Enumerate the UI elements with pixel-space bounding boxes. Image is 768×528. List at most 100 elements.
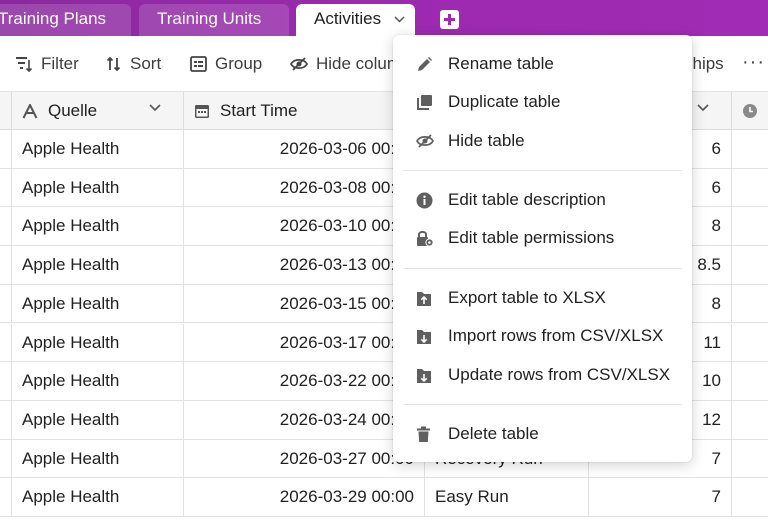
hide-columns-label: Hide colum bbox=[316, 54, 402, 73]
update-icon bbox=[417, 368, 431, 383]
menu-item-label: Import rows from CSV/XLSX bbox=[448, 326, 664, 345]
row-select-cell[interactable] bbox=[0, 323, 12, 362]
menu-item-rename-table[interactable]: Rename table bbox=[393, 46, 692, 82]
add-table-button[interactable] bbox=[440, 10, 459, 29]
export-icon bbox=[417, 291, 431, 306]
quelle-cell[interactable]: Apple Health bbox=[12, 168, 184, 207]
row-select-cell[interactable] bbox=[0, 246, 12, 285]
start-time-cell[interactable]: 2026-03-27 00:00 bbox=[184, 439, 425, 478]
column-label: Quelle bbox=[48, 101, 98, 120]
trash-icon bbox=[417, 426, 430, 442]
menu-divider bbox=[403, 268, 682, 269]
tab-label: Activities bbox=[314, 9, 382, 28]
start-time-cell[interactable]: 2026-03-22 00:00 bbox=[184, 362, 425, 401]
start-time-cell[interactable]: 2026-03-06 00:00 bbox=[184, 130, 425, 168]
tab-activities[interactable]: Activities bbox=[296, 4, 415, 36]
more-options-button[interactable]: ··· bbox=[742, 36, 768, 92]
menu-item-label: Hide table bbox=[448, 131, 525, 150]
tab-label: Training Units bbox=[157, 9, 262, 28]
start-time-cell[interactable]: 2026-03-15 00:00 bbox=[184, 284, 425, 323]
header-cell-duration[interactable] bbox=[732, 92, 768, 130]
duration-cell[interactable] bbox=[732, 440, 768, 478]
quelle-cell[interactable]: Apple Health bbox=[12, 439, 184, 478]
menu-item-hide-table[interactable]: Hide table bbox=[393, 123, 692, 159]
duration-cell[interactable] bbox=[732, 246, 768, 284]
duration-cell[interactable] bbox=[732, 324, 768, 362]
menu-item-duplicate-table[interactable]: Duplicate table bbox=[393, 84, 692, 120]
header-cell-start-time[interactable]: Start Time bbox=[184, 92, 425, 130]
eye-off-icon bbox=[416, 134, 434, 148]
group-label: Group bbox=[215, 54, 263, 73]
name-cell[interactable]: Easy Run bbox=[425, 478, 589, 517]
header-cell-select[interactable] bbox=[0, 92, 12, 130]
menu-item-export-table-xlsx[interactable]: Export table to XLSX bbox=[393, 280, 692, 316]
duration-cell[interactable] bbox=[732, 401, 768, 439]
duplicate-icon bbox=[417, 94, 432, 110]
menu-item-label: Edit table description bbox=[448, 190, 606, 209]
duration-cell[interactable] bbox=[732, 362, 768, 400]
quelle-cell[interactable]: Apple Health bbox=[12, 246, 184, 285]
start-time-cell[interactable]: 2026-03-13 00:00 bbox=[184, 246, 425, 285]
eye-off-icon bbox=[290, 57, 308, 71]
calendar-icon bbox=[195, 105, 209, 118]
menu-item-label: Rename table bbox=[448, 54, 554, 73]
group-button[interactable]: Group bbox=[190, 36, 262, 92]
quelle-cell[interactable]: Apple Health bbox=[12, 207, 184, 246]
menu-item-label: Export table to XLSX bbox=[448, 288, 606, 307]
row-select-cell[interactable] bbox=[0, 362, 12, 401]
row-select-cell[interactable] bbox=[0, 478, 12, 517]
column-label: Start Time bbox=[220, 101, 298, 120]
menu-item-edit-table-permissions[interactable]: Edit table permissions bbox=[393, 220, 692, 256]
start-time-cell[interactable]: 2026-03-08 00:00 bbox=[184, 168, 425, 207]
filter-button[interactable]: Filter bbox=[15, 36, 79, 92]
quelle-cell[interactable]: Apple Health bbox=[12, 323, 184, 362]
duration-cell[interactable] bbox=[732, 285, 768, 323]
quelle-cell[interactable]: Apple Health bbox=[12, 130, 184, 168]
tab-label: Training Plans bbox=[0, 9, 107, 28]
value-cell[interactable]: 7 bbox=[589, 478, 732, 517]
chevron-down-icon[interactable] bbox=[149, 104, 161, 112]
duration-cell[interactable] bbox=[732, 130, 768, 168]
filter-label: Filter bbox=[41, 54, 79, 73]
table-options-menu: Rename table Duplicate table Hide table … bbox=[393, 35, 692, 462]
sort-button[interactable]: Sort bbox=[106, 36, 161, 92]
row-select-cell[interactable] bbox=[0, 284, 12, 323]
menu-item-import-rows[interactable]: Import rows from CSV/XLSX bbox=[393, 318, 692, 354]
start-time-cell[interactable]: 2026-03-17 00:00 bbox=[184, 323, 425, 362]
table-tab-bar: Training Plans Training Units Activities bbox=[0, 0, 768, 36]
pencil-icon bbox=[418, 56, 432, 71]
quelle-cell[interactable]: Apple Health bbox=[12, 284, 184, 323]
menu-item-label: Update rows from CSV/XLSX bbox=[448, 365, 671, 384]
menu-item-edit-table-description[interactable]: Edit table description bbox=[393, 182, 692, 218]
duration-cell[interactable] bbox=[732, 207, 768, 245]
quelle-cell[interactable]: Apple Health bbox=[12, 478, 184, 517]
tab-training-units[interactable]: Training Units bbox=[139, 4, 289, 36]
info-icon bbox=[416, 192, 433, 208]
row-select-cell[interactable] bbox=[0, 130, 12, 168]
hide-columns-button[interactable]: Hide colum bbox=[290, 36, 401, 92]
table-row[interactable]: Apple Health 2026-03-29 00:00 Easy Run 7 bbox=[0, 478, 768, 517]
header-cell-quelle[interactable]: Quelle bbox=[12, 92, 184, 130]
chevron-down-icon[interactable] bbox=[697, 104, 709, 112]
row-select-cell[interactable] bbox=[0, 400, 12, 439]
chevron-down-icon[interactable] bbox=[394, 16, 405, 23]
menu-item-label: Delete table bbox=[448, 424, 539, 443]
start-time-cell[interactable]: 2026-03-29 00:00 bbox=[184, 478, 425, 517]
quelle-cell[interactable]: Apple Health bbox=[12, 362, 184, 401]
start-time-cell[interactable]: 2026-03-24 00:00 bbox=[184, 400, 425, 439]
tab-training-plans[interactable]: Training Plans bbox=[0, 4, 131, 36]
menu-item-delete-table[interactable]: Delete table bbox=[393, 416, 692, 452]
import-icon bbox=[417, 329, 431, 344]
duration-cell[interactable] bbox=[732, 478, 768, 516]
menu-item-update-rows[interactable]: Update rows from CSV/XLSX bbox=[393, 357, 692, 393]
duration-cell[interactable] bbox=[732, 169, 768, 207]
row-select-cell[interactable] bbox=[0, 168, 12, 207]
sort-label: Sort bbox=[130, 54, 162, 73]
row-select-cell[interactable] bbox=[0, 207, 12, 246]
start-time-cell[interactable]: 2026-03-10 00:00 bbox=[184, 207, 425, 246]
quelle-cell[interactable]: Apple Health bbox=[12, 400, 184, 439]
text-field-icon bbox=[22, 103, 38, 118]
sort-icon bbox=[106, 56, 121, 72]
row-select-cell[interactable] bbox=[0, 439, 12, 478]
filter-icon bbox=[16, 57, 33, 72]
